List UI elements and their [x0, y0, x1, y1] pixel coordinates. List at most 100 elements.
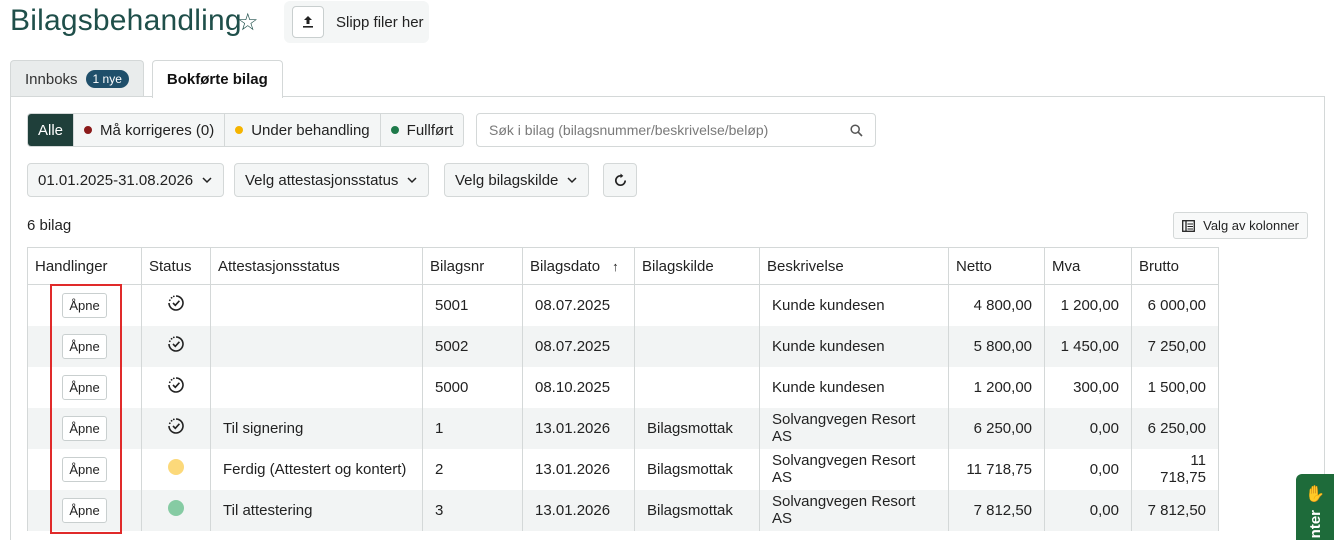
netto-cell: 6 250,00	[948, 407, 1045, 449]
mva-cell: 0,00	[1044, 448, 1132, 490]
search-icon[interactable]	[850, 123, 863, 137]
beskrivelse-cell: Solvangvegen Resort AS	[759, 407, 949, 449]
actions-cell: Åpne	[27, 489, 142, 531]
mva-cell: 0,00	[1044, 407, 1132, 449]
col-header-handlinger[interactable]: Handlinger	[27, 247, 142, 285]
upload-icon	[303, 16, 313, 28]
filter-done-label: Fullført	[406, 121, 454, 139]
bilagskilde-cell	[634, 366, 760, 408]
filter-all-button[interactable]: Alle	[28, 114, 75, 146]
column-options-label: Valg av kolonner	[1203, 218, 1299, 233]
tab-innboks-label: Innboks	[25, 70, 78, 88]
open-button[interactable]: Åpne	[62, 374, 107, 400]
dropzone-label: Slipp filer her	[336, 13, 424, 31]
mva-cell: 1 200,00	[1044, 284, 1132, 326]
col-header-brutto[interactable]: Brutto	[1131, 247, 1219, 285]
filter-done-button[interactable]: Fullført	[380, 114, 464, 146]
netto-cell: 4 800,00	[948, 284, 1045, 326]
tab-bokforte-label: Bokførte bilag	[166, 71, 268, 88]
refresh-icon	[614, 172, 626, 186]
beskrivelse-cell: Kunde kundesen	[759, 325, 949, 367]
attest-cell: Til attestering	[210, 489, 423, 531]
table-header-row: Handlinger Status Attestasjonsstatus Bil…	[27, 247, 1219, 285]
brutto-cell: 6 250,00	[1131, 407, 1219, 449]
page-title: Bilagsbehandling	[10, 4, 242, 37]
red-status-dot	[84, 126, 93, 134]
attest-cell	[210, 284, 423, 326]
source-label: Velg bilagskilde	[455, 171, 559, 189]
col-header-bilagskilde[interactable]: Bilagskilde	[634, 247, 760, 285]
col-header-bilagsdato[interactable]: Bilagsdato ↑	[522, 247, 635, 285]
hand-icon: ✋	[1305, 486, 1325, 503]
open-button[interactable]: Åpne	[62, 292, 107, 318]
netto-cell: 1 200,00	[948, 366, 1045, 408]
pending-status-icon	[168, 295, 184, 312]
col-header-beskrivelse[interactable]: Beskrivelse	[759, 247, 949, 285]
table-row[interactable]: Åpne Til attestering 3 13.01.2026 Bilags…	[27, 489, 1219, 531]
file-dropzone[interactable]: Slipp filer her	[284, 1, 429, 43]
status-cell	[141, 448, 211, 490]
bilagsdato-cell: 13.01.2026	[522, 448, 635, 490]
refresh-button[interactable]	[603, 163, 637, 197]
netto-cell: 7 812,50	[948, 489, 1045, 531]
attest-status-dropdown[interactable]: Velg attestasjonsstatus	[234, 163, 430, 197]
status-filter-group: Alle Må korrigeres (0) Under behandling …	[27, 113, 465, 147]
table-row[interactable]: Åpne 5002 08.07.2025 Kunde kundesen 5 80…	[27, 325, 1219, 367]
open-button[interactable]: Åpne	[62, 333, 107, 359]
actions-cell: Åpne	[27, 366, 142, 408]
tab-innboks[interactable]: Innboks 1 nye	[10, 60, 144, 97]
brutto-cell: 11 718,75	[1131, 448, 1219, 490]
yellow-status-dot	[235, 126, 244, 134]
bilagskilde-cell: Bilagsmottak	[634, 448, 760, 490]
pending-status-icon	[168, 336, 184, 352]
green-status-dot	[390, 126, 399, 134]
filter-correct-label: Må korrigeres (0)	[100, 121, 215, 139]
netto-cell: 5 800,00	[948, 325, 1045, 367]
beskrivelse-cell: Kunde kundesen	[759, 284, 949, 326]
col-header-status[interactable]: Status	[141, 247, 211, 285]
attest-cell	[210, 366, 423, 408]
date-range-dropdown[interactable]: 01.01.2025-31.08.2026	[27, 163, 225, 197]
netto-cell: 11 718,75	[948, 448, 1045, 490]
new-count-badge: 1 nye	[85, 70, 129, 88]
column-options-button[interactable]: Valg av kolonner	[1173, 212, 1308, 239]
filter-correct-button[interactable]: Må korrigeres (0)	[74, 114, 226, 146]
filter-pending-button[interactable]: Under behandling	[225, 114, 381, 146]
bilagsnr-cell: 5001	[422, 284, 523, 326]
open-button[interactable]: Åpne	[62, 456, 107, 482]
attest-cell	[210, 325, 423, 367]
source-dropdown[interactable]: Velg bilagskilde	[444, 163, 590, 197]
table-row[interactable]: Åpne Til signering 1 13.01.2026 Bilagsmo…	[27, 407, 1219, 449]
tab-bokforte-bilag[interactable]: Bokførte bilag	[151, 60, 283, 98]
col-header-netto[interactable]: Netto	[948, 247, 1045, 285]
table-row[interactable]: Åpne 5000 08.10.2025 Kunde kundesen 1 20…	[27, 366, 1219, 408]
col-header-attest[interactable]: Attestasjonsstatus	[210, 247, 423, 285]
col-header-bilagsdato-label: Bilagsdato	[530, 257, 601, 275]
bilagskilde-cell: Bilagsmottak	[634, 407, 760, 449]
table-row[interactable]: Åpne 5001 08.07.2025 Kunde kundesen 4 80…	[27, 284, 1219, 326]
actions-cell: Åpne	[27, 407, 142, 449]
open-button[interactable]: Åpne	[62, 497, 107, 523]
bilagsnr-cell: 5002	[422, 325, 523, 367]
col-header-mva[interactable]: Mva	[1044, 247, 1132, 285]
side-widget-tab[interactable]: ✋ nter	[1296, 474, 1334, 540]
actions-cell: Åpne	[27, 325, 142, 367]
table-row[interactable]: Åpne Ferdig (Attestert og kontert) 2 13.…	[27, 448, 1219, 490]
favorite-star-icon[interactable]: ☆	[237, 8, 259, 37]
brutto-cell: 6 000,00	[1131, 284, 1219, 326]
col-header-bilagsnr[interactable]: Bilagsnr	[422, 247, 523, 285]
tab-bar: Innboks 1 nye Bokførte bilag	[10, 60, 283, 98]
search-input[interactable]	[489, 122, 850, 138]
open-button[interactable]: Åpne	[62, 415, 107, 441]
brutto-cell: 7 812,50	[1131, 489, 1219, 531]
columns-icon	[1182, 219, 1196, 232]
upload-button[interactable]	[292, 6, 324, 38]
status-cell	[141, 366, 211, 408]
bilagsdato-cell: 13.01.2026	[522, 407, 635, 449]
mva-cell: 1 450,00	[1044, 325, 1132, 367]
bilagskilde-cell: Bilagsmottak	[634, 489, 760, 531]
bilagsdato-cell: 08.10.2025	[522, 366, 635, 408]
status-cell	[141, 407, 211, 449]
side-widget-label: nter	[1306, 510, 1324, 539]
chevron-down-icon	[202, 177, 212, 184]
